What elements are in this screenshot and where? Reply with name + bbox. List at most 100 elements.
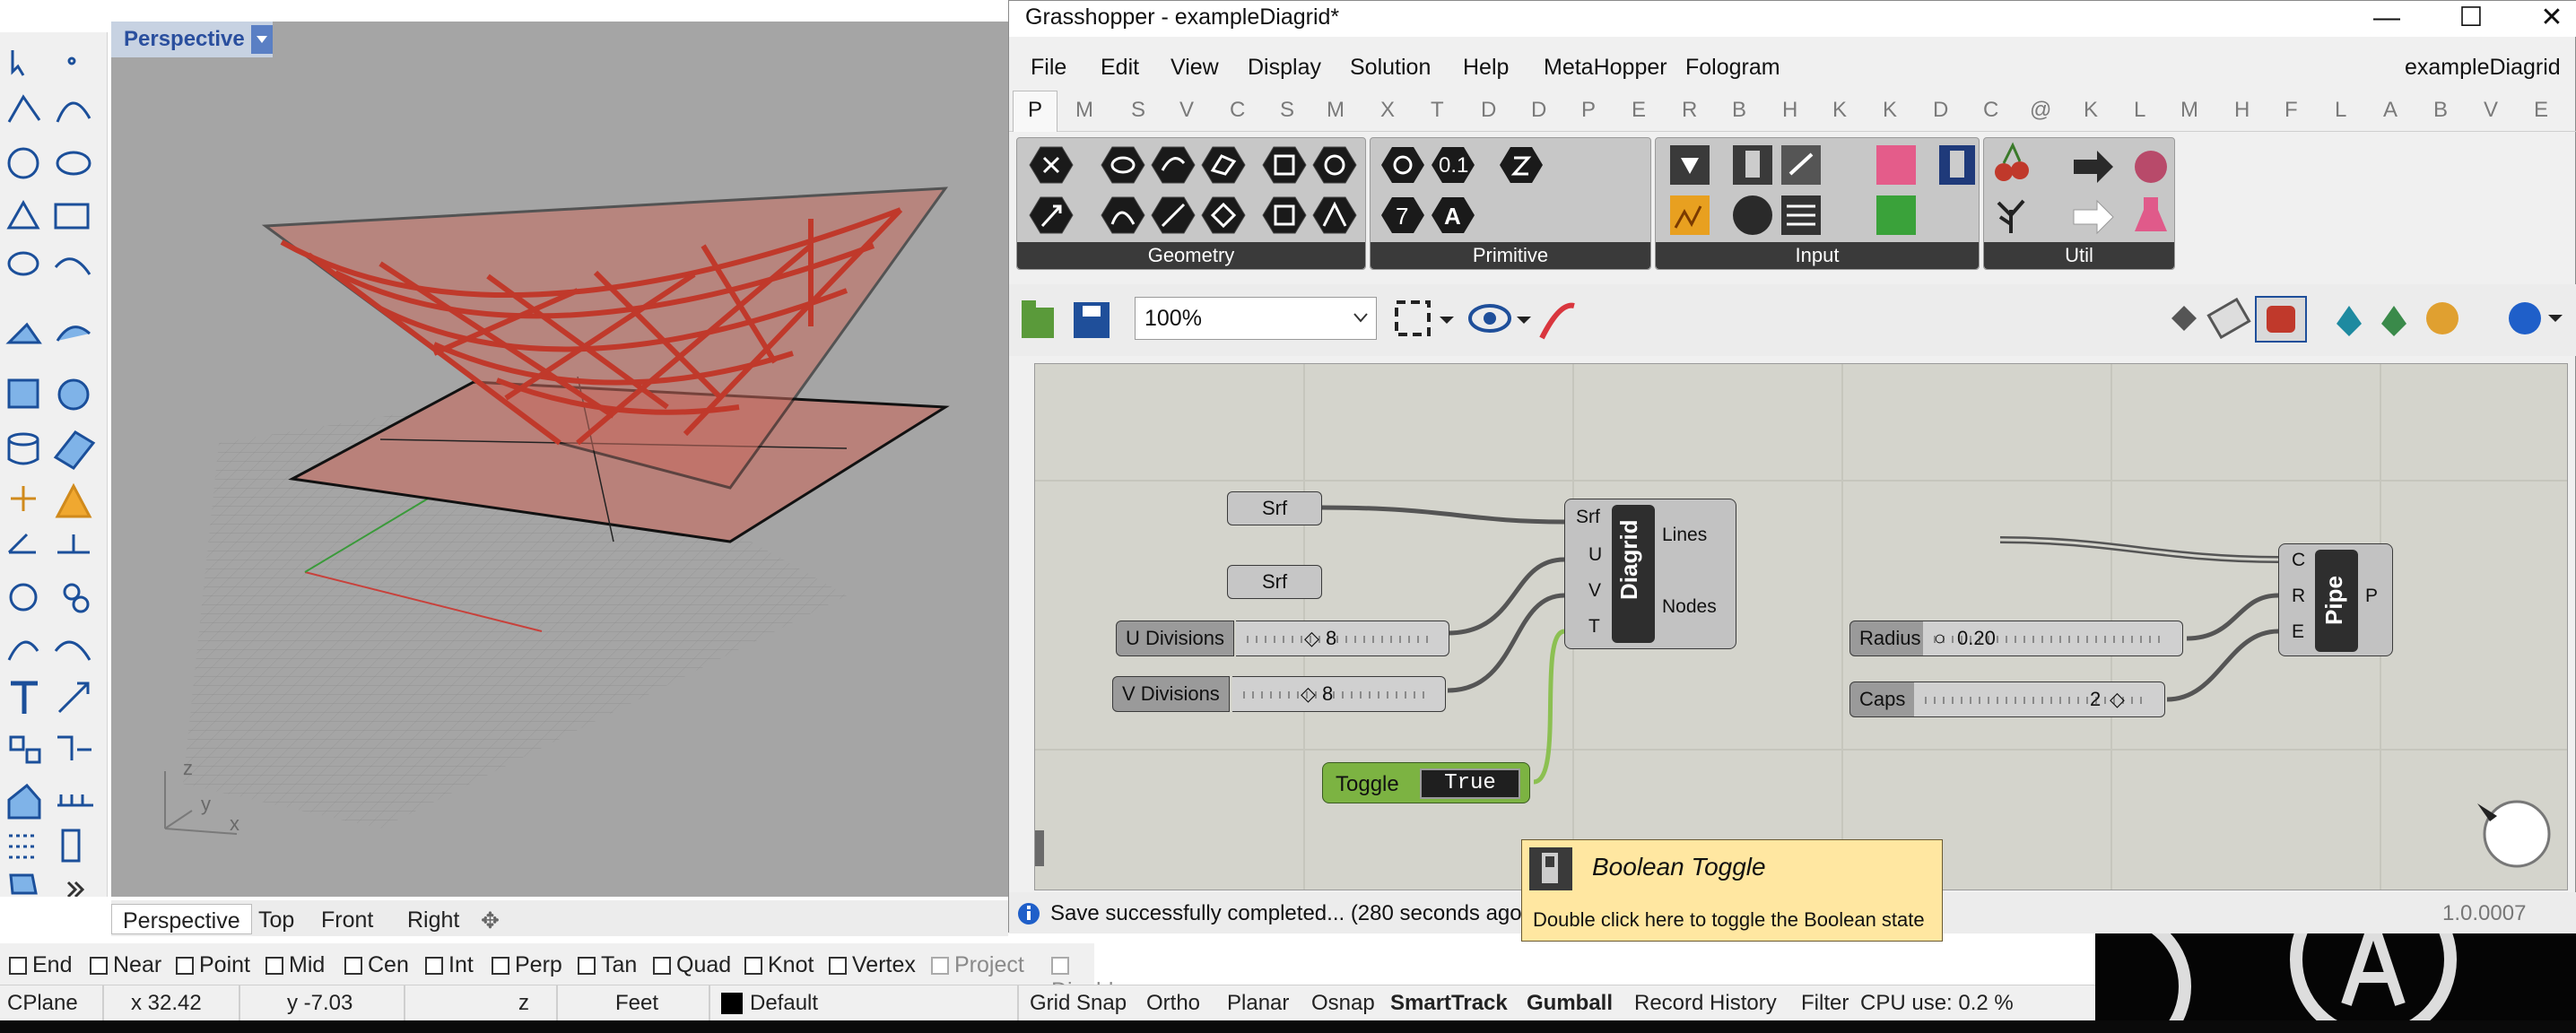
box-param-icon[interactable] [1262, 196, 1307, 234]
data-dam-icon[interactable] [2135, 151, 2167, 183]
ellipse-icon[interactable] [56, 151, 91, 176]
checkbox[interactable] [492, 957, 509, 975]
tab-perspective[interactable]: Perspective [111, 904, 252, 934]
slider-grip[interactable]: ○ [1934, 627, 1945, 650]
brep-param-icon[interactable] [1262, 146, 1307, 184]
tab-surface[interactable]: S [1280, 98, 1294, 123]
gradient-icon[interactable] [1876, 145, 1916, 185]
checkbox[interactable] [265, 957, 283, 975]
filter-toggle[interactable]: Filter [1801, 991, 1849, 1016]
tab-b[interactable]: B [1732, 98, 1746, 123]
circle-icon[interactable] [7, 147, 39, 179]
menu-fologram[interactable]: Fologram [1685, 55, 1780, 81]
output-nodes[interactable]: Nodes [1662, 596, 1717, 618]
srf-param-1[interactable]: Srf [1227, 491, 1322, 525]
preview-wire-icon[interactable] [2171, 306, 2197, 331]
text-icon[interactable] [11, 681, 38, 714]
tab-e2[interactable]: E [2534, 98, 2548, 123]
planar-toggle[interactable]: Planar [1227, 991, 1289, 1016]
boolean-icon[interactable] [9, 583, 38, 612]
swatch-icon[interactable] [1876, 195, 1916, 235]
tab-l2[interactable]: L [2335, 98, 2346, 123]
tab-display[interactable]: D [1481, 98, 1496, 123]
mesh-preview-icon[interactable] [2337, 306, 2362, 336]
polygon-icon[interactable] [6, 199, 40, 230]
arc-icon[interactable] [54, 257, 91, 275]
arc-param-icon[interactable] [1101, 196, 1145, 234]
tab-d2[interactable]: D [1531, 98, 1546, 123]
tab-k3[interactable]: K [2084, 98, 2098, 123]
tree-icon[interactable] [1997, 199, 2025, 233]
slider-grip[interactable]: ◇ [2110, 688, 2125, 711]
checkbox[interactable] [425, 957, 443, 975]
boolean-toggle[interactable]: Toggle True [1322, 762, 1530, 803]
split-icon[interactable] [7, 533, 36, 554]
slider-track[interactable]: ◇ 8 [1232, 676, 1446, 712]
osnap-int[interactable]: Int [425, 952, 474, 978]
preview-shaded-icon[interactable] [2206, 297, 2251, 340]
osnap-cen[interactable]: Cen [344, 952, 409, 978]
scroll-handle[interactable] [1035, 830, 1044, 866]
menu-file[interactable]: File [1031, 55, 1066, 81]
minimize-button[interactable]: — [2360, 3, 2414, 33]
checkbox[interactable] [1051, 957, 1069, 975]
cplane-label[interactable]: CPlane [7, 991, 78, 1016]
osnap-toggle[interactable]: Osnap [1311, 991, 1375, 1016]
material-icon[interactable] [2426, 302, 2459, 334]
checkbox[interactable] [829, 957, 847, 975]
menu-display[interactable]: Display [1248, 55, 1321, 81]
slider-track[interactable]: ◇ 8 [1236, 621, 1449, 656]
tab-c[interactable]: C [1983, 98, 1998, 123]
tab-front[interactable]: Front [310, 904, 384, 934]
checkbox[interactable] [9, 957, 27, 975]
rectangle-icon[interactable] [54, 203, 90, 230]
add-viewport-icon[interactable]: ✥ [470, 904, 510, 934]
osnap-near[interactable]: Near [90, 952, 161, 978]
curve-icon[interactable] [56, 101, 91, 123]
record-history-toggle[interactable]: Record History [1634, 991, 1777, 1016]
relay-icon[interactable] [2073, 199, 2114, 235]
slider-grip[interactable]: ◇ [1304, 627, 1319, 650]
flask-icon[interactable] [2135, 197, 2167, 231]
loft-icon[interactable] [56, 326, 91, 342]
output-lines[interactable]: Lines [1662, 525, 1707, 546]
input-r[interactable]: R [2292, 586, 2305, 607]
checkbox[interactable] [653, 957, 671, 975]
grasshopper-canvas[interactable]: Srf Srf U Divisions ◇ 8 V Divisions ◇ 8 … [1034, 363, 2568, 890]
menu-metahopper[interactable]: MetaHopper [1544, 55, 1667, 81]
point-icon[interactable] [67, 56, 76, 65]
osnap-mid[interactable]: Mid [265, 952, 325, 978]
checkbox[interactable] [578, 957, 596, 975]
u-divisions-slider[interactable]: U Divisions ◇ 8 [1116, 621, 1457, 656]
tab-e[interactable]: E [1632, 98, 1646, 123]
arrow-icon[interactable] [2074, 151, 2113, 183]
tab-right[interactable]: Right [396, 904, 470, 934]
tab-h2[interactable]: H [2234, 98, 2250, 123]
tab-transform[interactable]: T [1431, 98, 1444, 123]
quality-preview-icon[interactable] [2381, 306, 2406, 336]
v-divisions-slider[interactable]: V Divisions ◇ 8 [1112, 676, 1453, 712]
menu-edit[interactable]: Edit [1101, 55, 1139, 81]
tab-r[interactable]: R [1682, 98, 1697, 123]
boolean-param-icon[interactable] [1381, 147, 1424, 183]
zoom-dropdown[interactable]: 100% [1135, 297, 1377, 340]
osnap-project[interactable]: Project [931, 952, 1024, 978]
gear-icon[interactable] [11, 486, 36, 511]
tab-f[interactable]: F [2284, 98, 2298, 123]
scale-icon[interactable] [57, 681, 90, 714]
ruler-icon[interactable] [57, 794, 93, 807]
input-srf[interactable]: Srf [1576, 507, 1600, 528]
ellipse-tool-icon[interactable] [7, 251, 39, 276]
checkbox[interactable] [176, 957, 194, 975]
tab-p[interactable]: P [1581, 98, 1596, 123]
surface-icon[interactable] [5, 322, 42, 344]
mesh-icon[interactable] [53, 430, 96, 470]
tab-at[interactable]: @ [2030, 98, 2051, 123]
more-tools-icon[interactable] [66, 881, 85, 898]
sphere-icon[interactable] [57, 378, 90, 411]
tab-intersect[interactable]: X [1380, 98, 1395, 123]
tab-vector[interactable]: V [1179, 98, 1194, 123]
menu-solution[interactable]: Solution [1350, 55, 1431, 81]
tab-d3[interactable]: D [1933, 98, 1948, 123]
graph-mapper-icon[interactable] [1670, 195, 1710, 235]
